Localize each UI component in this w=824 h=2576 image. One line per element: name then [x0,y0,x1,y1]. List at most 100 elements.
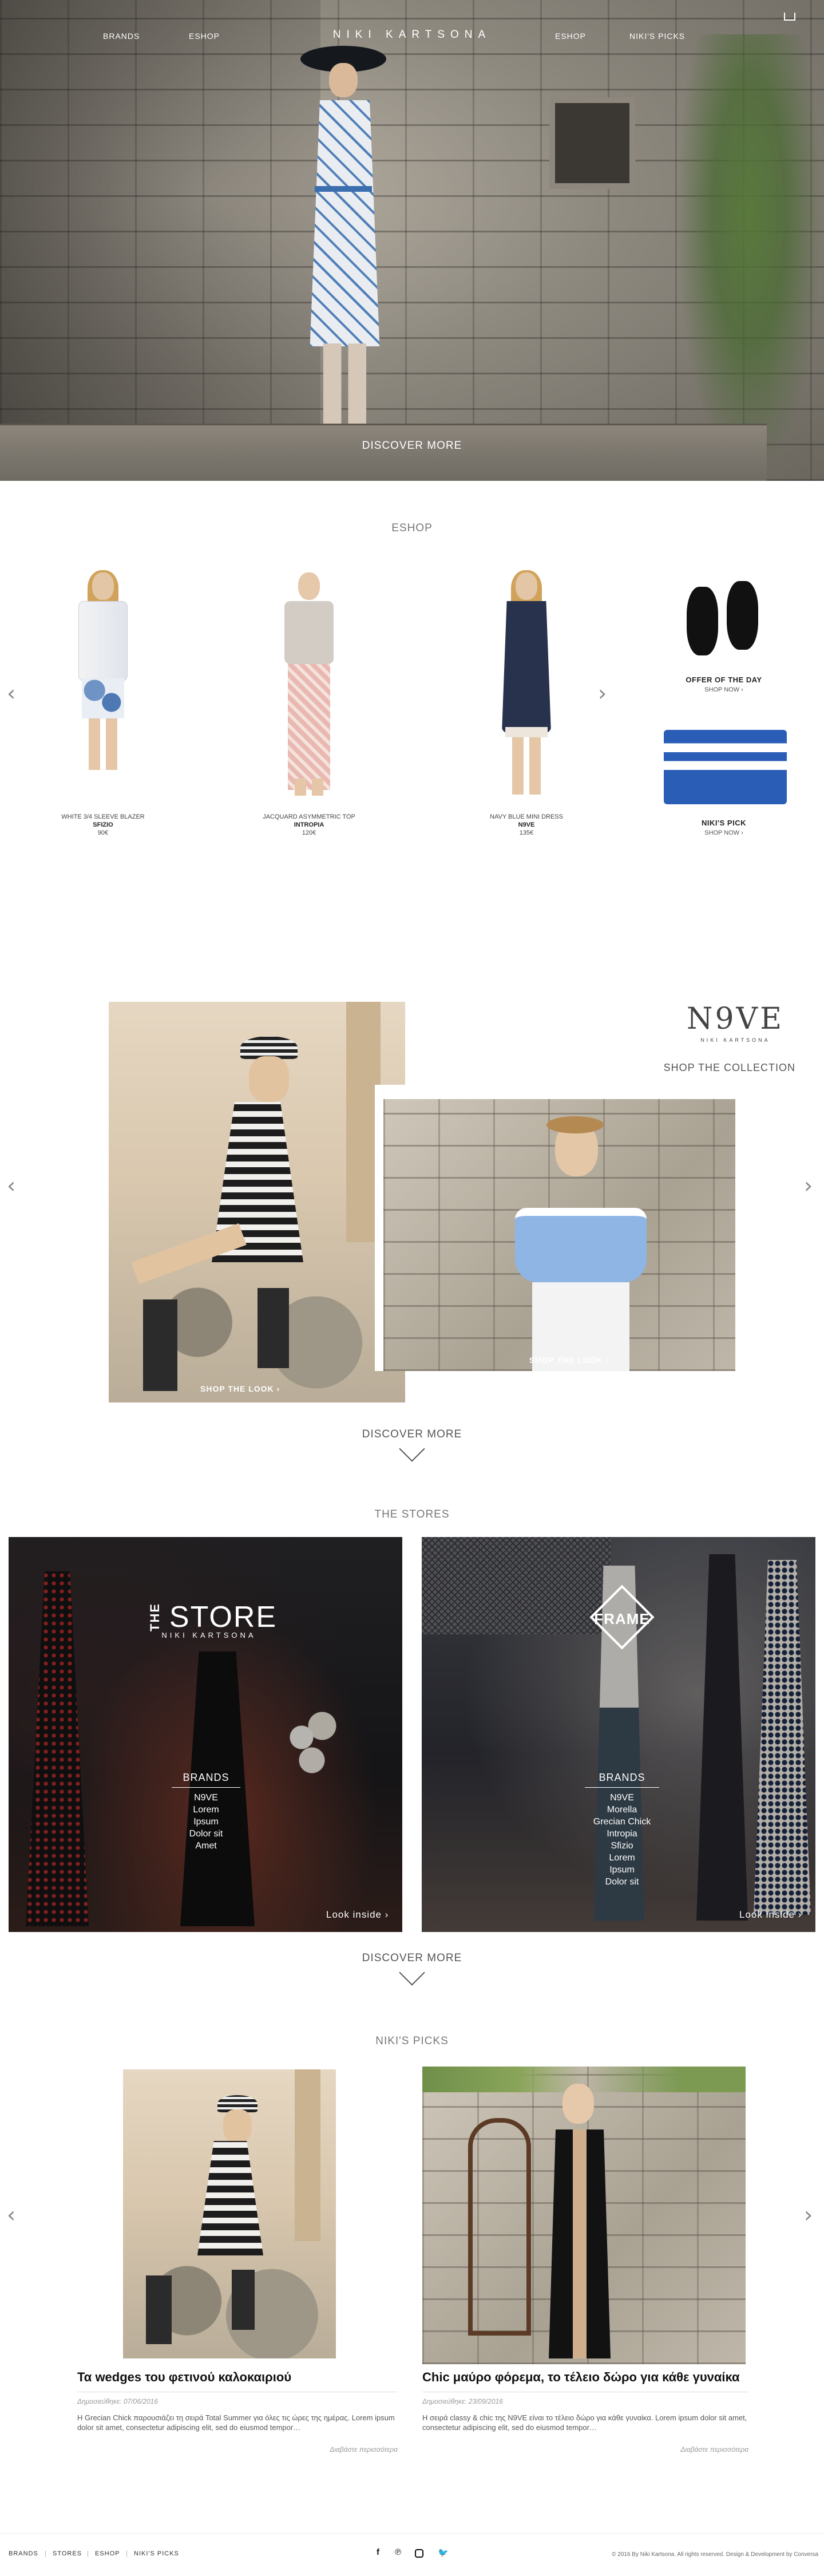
product-card[interactable]: JACQUARD ASYMMETRIC TOP INTROPIA 120€ [237,572,381,836]
hero-model [289,46,398,435]
pick-shop-now[interactable]: SHOP NOW › [652,829,795,836]
product-name: WHITE 3/4 SLEEVE BLAZER [61,813,145,820]
store2-brands-title: BRANDS [585,1772,659,1788]
store2-brand-item: Ipsum [609,1865,635,1875]
product-name: JACQUARD ASYMMETRIC TOP [263,813,355,820]
site-logo[interactable]: NIKI KARTSONA [320,29,504,41]
offer-label: OFFER OF THE DAY [686,675,762,684]
store1-brands: BRANDS N9VE Lorem Ipsum Dolor sit Amet [172,1772,240,1851]
frame-logo: FRAME [582,1585,662,1650]
collection-prev-arrow[interactable]: ‹ [7,1175,15,1196]
pinterest-icon[interactable]: ℗ [395,2547,401,2557]
pick-2-title[interactable]: Chic μαύρο φόρεμα, το τέλειο δώρο για κά… [422,2370,748,2385]
product-brand: N9VE [518,821,535,828]
instagram-icon[interactable] [415,2549,423,2558]
store1-brand-item: Ipsum [193,1817,219,1827]
pick-1-excerpt: Η Grecian Chick παρουσιάζει τη σειρά Tot… [77,2413,395,2432]
shop-look-2-label: SHOP THE LOOK [529,1356,603,1365]
eshop-prev-arrow[interactable]: ‹ [7,682,15,704]
pick-shop-now-label: SHOP NOW [704,829,740,836]
model-dress [310,100,380,346]
shop-the-look-1[interactable]: SHOP THE LOOK › [200,1384,280,1393]
footer-link-nikis-picks[interactable]: NIKI'S PICKS [134,2550,179,2557]
footer-link-eshop[interactable]: ESHOP [95,2550,120,2557]
store1-brand-item: Dolor sit [189,1829,223,1839]
picks-next-arrow[interactable]: › [804,2204,813,2226]
store2-brands: BRANDS N9VE Morella Grecian Chick Introp… [585,1772,659,1887]
footer-separator: | [87,2550,89,2557]
store-card-the-store[interactable]: THE STORE NIKI KARTSONA BRANDS N9VE Lorem… [9,1537,402,1932]
pick-image-1[interactable] [123,2069,336,2358]
pick-1-date: Δημοσιεύθηκε: 07/06/2016 [77,2397,158,2405]
pick-2-date: Δημοσιεύθηκε: 23/09/2016 [422,2397,503,2405]
cart-icon[interactable] [784,13,795,21]
product-card[interactable]: NAVY BLUE MINI DRESS N9VE 135€ [455,570,598,836]
offer-shop-now[interactable]: SHOP NOW › [652,686,795,693]
shop-look-1-label: SHOP THE LOOK [200,1384,274,1393]
collection-photo-2[interactable]: SHOP THE LOOK › [383,1099,735,1371]
pick-2-read-more[interactable]: Διαβάστε περισσότερα [634,2445,748,2453]
shop-the-collection-link[interactable]: SHOP THE COLLECTION [641,1062,795,1074]
offer-image-sandals[interactable] [681,575,767,661]
pick-1-title[interactable]: Τα wedges του φετινού καλοκαιριού [77,2370,398,2385]
shop-the-look-2[interactable]: SHOP THE LOOK › [529,1356,609,1365]
product-price: 90€ [97,829,109,836]
product-image[interactable] [272,572,346,796]
store2-brand-item: Grecian Chick [593,1817,651,1827]
the-store-logo-store: STORE [169,1601,278,1634]
store2-brand-item: Morella [607,1805,637,1815]
product-name: NAVY BLUE MINI DRESS [490,813,563,820]
twitter-icon[interactable]: 🐦 [438,2547,449,2558]
collection-photo-1[interactable]: SHOP THE LOOK › [109,1002,405,1402]
store2-brand-item: Dolor sit [605,1877,639,1887]
nav-brands[interactable]: BRANDS [103,31,140,41]
pick-image-2[interactable] [422,2067,746,2364]
pick-2-excerpt: Η σειρά classy & chic της N9VE είναι το … [422,2413,747,2432]
frame-logo-text: FRAME [594,1610,650,1627]
store1-look-inside[interactable]: Look inside › [326,1909,389,1921]
store2-brand-item: Lorem [609,1853,635,1863]
store2-look-inside[interactable]: Look inside › [739,1909,802,1921]
facebook-icon[interactable]: f [377,2547,379,2557]
product-price: 135€ [519,829,534,836]
nav-eshop[interactable]: ESHOP [189,31,220,41]
eshop-next-arrow[interactable]: › [598,682,607,704]
product-price: 120€ [302,829,316,836]
picks-prev-arrow[interactable]: ‹ [7,2204,15,2226]
footer-link-stores[interactable]: STORES [53,2550,82,2557]
collection-next-arrow[interactable]: › [804,1175,813,1196]
nikis-pick[interactable]: NIKI'S PICK SHOP NOW › [652,819,795,836]
model-legs [323,343,366,424]
stores-title: THE STORES [374,1508,450,1520]
model-head [329,63,358,97]
pick-1-read-more[interactable]: Διαβάστε περισσότερα [283,2445,398,2453]
store-card-frame[interactable]: FRAME BRANDS N9VE Morella Grecian Chick … [422,1537,815,1932]
footer-separator: | [126,2550,128,2557]
picks-title: NIKI'S PICKS [375,2035,449,2047]
product-image[interactable] [66,570,140,796]
product-card[interactable]: WHITE 3/4 SLEEVE BLAZER SFIZIO 90€ [31,570,175,836]
offer-of-the-day[interactable]: OFFER OF THE DAY SHOP NOW › [652,675,795,693]
store1-brand-item: Lorem [193,1805,219,1815]
store1-look-inside-label: Look inside [326,1909,382,1920]
nav-eshop-right[interactable]: ESHOP [555,31,586,41]
product-caption: NAVY BLUE MINI DRESS N9VE 135€ [455,813,598,837]
footer-separator: | [45,2550,46,2557]
pick-image-bag[interactable] [664,730,787,804]
nav-nikis-picks[interactable]: NIKI'S PICKS [629,31,685,41]
n9ve-logo-sub: NIKI KARTSONA [700,1037,770,1043]
footer-link-brands[interactable]: BRANDS [9,2550,38,2557]
eshop-title: ESHOP [391,522,433,534]
pick-label: NIKI'S PICK [702,819,746,827]
n9ve-logo[interactable]: N9VE NIKI KARTSONA [684,1002,787,1043]
product-caption: JACQUARD ASYMMETRIC TOP INTROPIA 120€ [237,813,381,837]
model-belt [315,186,372,192]
hero-shadow [0,0,320,481]
plant [675,34,824,481]
product-image[interactable] [489,570,564,796]
hero-discover-more[interactable]: DISCOVER MORE [298,440,526,452]
product-caption: WHITE 3/4 SLEEVE BLAZER SFIZIO 90€ [31,813,175,837]
product-brand: SFIZIO [93,821,113,828]
hero-banner [0,0,824,481]
store2-look-inside-label: Look inside [739,1909,795,1920]
